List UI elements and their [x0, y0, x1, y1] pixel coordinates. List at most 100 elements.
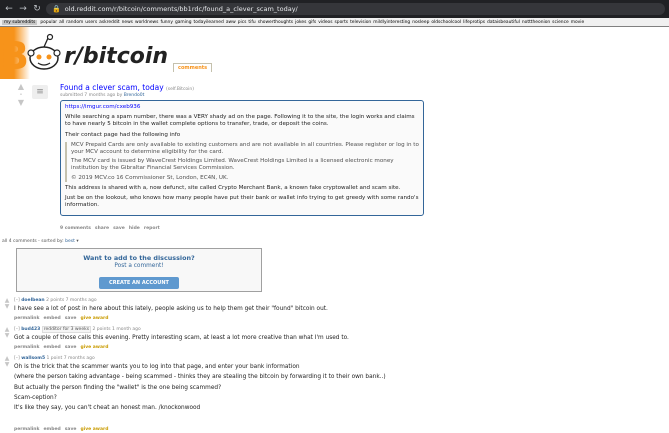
chevron-down-icon[interactable]: ▾ [76, 239, 78, 244]
embed-button[interactable]: embed [44, 316, 61, 321]
subreddit-link[interactable]: random [66, 20, 83, 25]
subreddit-link[interactable]: oldschoolcool [431, 20, 461, 25]
collapse-toggle[interactable]: [–] [14, 298, 20, 303]
my-subreddits-dropdown[interactable]: my subreddits [2, 19, 38, 25]
subreddit-title[interactable]: r/bitcoin [64, 44, 168, 69]
comment-count: all 4 comments [2, 239, 37, 244]
subreddit-link[interactable]: tifu [248, 20, 255, 25]
permalink-button[interactable]: permalink [14, 427, 40, 432]
subreddit-link[interactable]: popular [40, 20, 57, 25]
comment-author[interactable]: bud423 [21, 327, 40, 332]
subreddit-link[interactable]: worldnews [135, 20, 158, 25]
save-button[interactable]: save [113, 226, 125, 231]
subreddit-link[interactable]: dataisbeautiful [487, 20, 520, 25]
post-submitted-line: submitted 7 months ago by Brendo0t [60, 93, 144, 98]
subreddit-list: popular all random users askreddit news worldn… [40, 20, 584, 25]
comment-meta: 2 points 7 months ago [46, 298, 97, 303]
subreddit-link[interactable]: television [350, 20, 371, 25]
comment-body: Oh is the trick that the scammer wants y… [14, 363, 434, 414]
subreddit-link[interactable]: nosleep [412, 20, 429, 25]
comment-meta: 2 points 1 month ago [92, 327, 141, 332]
hide-button[interactable]: hide [129, 226, 140, 231]
downvote-icon[interactable]: ▼ [4, 304, 10, 310]
quote-paragraph: © 2019 MCV.co 16 Commissioner St, London… [71, 174, 229, 181]
subreddit-link[interactable]: askreddit [99, 20, 119, 25]
subreddit-link[interactable]: movie [571, 20, 584, 25]
post-paragraph: Just be on the lookout, who knows how ma… [65, 195, 419, 209]
downvote-icon[interactable]: ▼ [4, 333, 10, 339]
subreddit-link[interactable]: videos [318, 20, 332, 25]
downvote-icon[interactable]: ▼ [4, 362, 10, 368]
post-title[interactable]: Found a clever scam, today [60, 83, 164, 92]
subreddit-link[interactable]: showerthoughts [258, 20, 293, 25]
lock-icon: 🔒 [52, 5, 61, 13]
comment-sort-line: all 4 comments - sorted by: best ▾ [2, 239, 79, 244]
comment-tagline: [–] doelbean 2 points 7 months ago [14, 298, 97, 303]
forward-arrow-icon[interactable]: → [18, 4, 28, 14]
post-vote-arrows: ▲ • ▼ [16, 83, 26, 107]
comment-paragraph: It's like they say, you can't cheat an h… [14, 405, 201, 412]
subreddit-link[interactable]: jokes [295, 20, 306, 25]
comments-button[interactable]: 9 comments [60, 226, 91, 231]
downvote-icon[interactable]: ▼ [16, 99, 26, 107]
comment-tagline: [–] wallsom5 1 point 7 months ago [14, 356, 95, 361]
post-paragraph: While searching a spam number, there was… [65, 114, 415, 128]
comment-vote-arrows: ▲ ▼ [4, 327, 10, 339]
post-paragraph: This address is shared with a, now defun… [65, 184, 401, 191]
comment-vote-arrows: ▲ ▼ [4, 298, 10, 310]
subreddit-link[interactable]: aww [226, 20, 236, 25]
address-bar[interactable]: 🔒 old.reddit.com/r/bitcoin/comments/bb1r… [46, 3, 665, 15]
user-flair-badge: redditor for 3 weeks [41, 326, 92, 333]
subreddit-link[interactable]: notttheonion [522, 20, 550, 25]
give-award-button[interactable]: give award [80, 427, 108, 432]
self-post-thumbnail-icon[interactable]: ≡ [32, 85, 48, 99]
create-account-button[interactable]: CREATE AN ACCOUNT [99, 277, 179, 289]
comment-author[interactable]: wallsom5 [21, 356, 45, 361]
subreddit-link[interactable]: funny [160, 20, 173, 25]
collapse-toggle[interactable]: [–] [14, 356, 20, 361]
give-award-button[interactable]: give award [80, 345, 108, 350]
report-button[interactable]: report [144, 226, 160, 231]
comment-paragraph: Scam-ception? [14, 394, 57, 401]
post-paragraph: Their contact page had the following inf… [65, 131, 181, 138]
subreddit-link[interactable]: lifeprotips [463, 20, 485, 25]
back-arrow-icon[interactable]: ← [4, 4, 14, 14]
subreddit-link[interactable]: news [122, 20, 133, 25]
subreddit-link[interactable]: gaming [175, 20, 192, 25]
permalink-button[interactable]: permalink [14, 345, 40, 350]
post-domain[interactable]: (self.Bitcoin) [166, 87, 194, 92]
save-button[interactable]: save [65, 427, 77, 432]
subreddit-link[interactable]: pics [238, 20, 247, 25]
give-award-button[interactable]: give award [80, 316, 108, 321]
subreddit-link[interactable]: sports [335, 20, 349, 25]
browser-toolbar: ← → ↻ 🔒 old.reddit.com/r/bitcoin/comment… [0, 0, 669, 18]
upvote-icon[interactable]: ▲ [16, 83, 26, 91]
comment-paragraph: But actually the person finding the "wal… [14, 384, 222, 391]
post-author-link[interactable]: Brendo0t [124, 93, 145, 98]
blockquote: MCV Prepaid Cards are only available to … [65, 141, 419, 182]
tab-comments[interactable]: comments [173, 63, 213, 72]
subreddit-link[interactable]: todayilearned [193, 20, 223, 25]
permalink-button[interactable]: permalink [14, 316, 40, 321]
discussion-post-text: Post a comment! [114, 263, 164, 269]
subreddit-link[interactable]: all [59, 20, 64, 25]
imgur-link[interactable]: https://imgur.com/cxeb936 [65, 104, 140, 110]
sort-dropdown[interactable]: best [65, 239, 75, 244]
comment-paragraph: Oh is the trick that the scammer wants y… [14, 364, 300, 370]
save-button[interactable]: save [65, 316, 77, 321]
collapse-toggle[interactable]: [–] [14, 327, 20, 332]
subreddit-link[interactable]: gifs [308, 20, 316, 25]
comment-paragraph: (where the person taking advantage - bei… [14, 374, 386, 381]
reddit-alien-icon[interactable] [22, 31, 66, 75]
add-discussion-box: Want to add to the discussion? Post a co… [16, 248, 262, 292]
embed-button[interactable]: embed [44, 345, 61, 350]
subreddit-link[interactable]: science [552, 20, 569, 25]
embed-button[interactable]: embed [44, 427, 61, 432]
subreddit-link[interactable]: mildlyinteresting [373, 20, 410, 25]
subreddit-link[interactable]: users [85, 20, 97, 25]
save-button[interactable]: save [65, 345, 77, 350]
url-text[interactable]: old.reddit.com/r/bitcoin/comments/bb1rdc… [65, 5, 298, 13]
comment-author[interactable]: doelbean [21, 298, 44, 303]
share-button[interactable]: share [95, 226, 109, 231]
reload-icon[interactable]: ↻ [32, 4, 42, 14]
